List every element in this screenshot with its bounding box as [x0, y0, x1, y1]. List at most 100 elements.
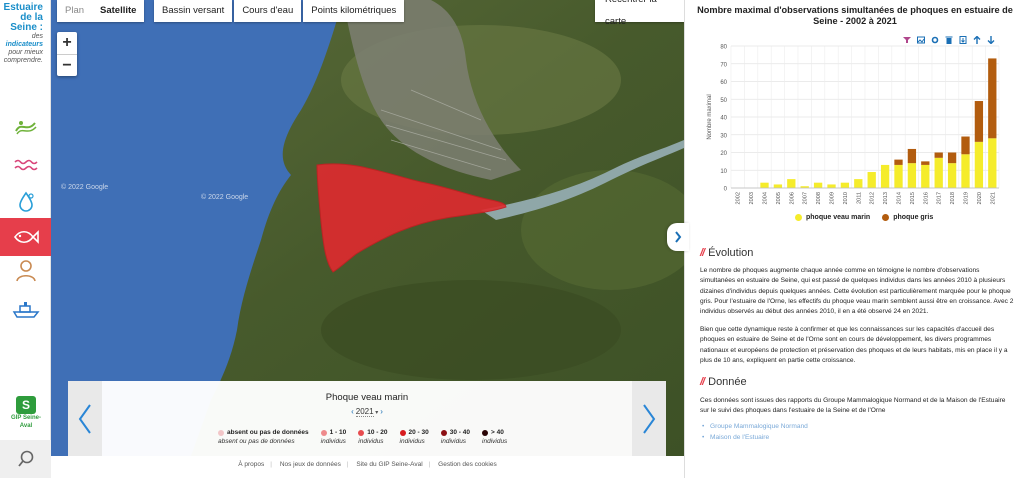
- recenter-button[interactable]: Recentrer la carte: [595, 0, 684, 27]
- gip-logo[interactable]: S GIP Seine-Aval: [6, 396, 46, 429]
- evolution-paragraph-2: Bien que cette dynamique reste à confirm…: [700, 326, 1008, 364]
- bar-phoque-veau-marin: [880, 164, 890, 188]
- chart-title: Nombre maximal d'observations simultanée…: [697, 5, 1013, 26]
- x-tick-label: 2015: [910, 192, 916, 204]
- legend-series-gris[interactable]: phoque gris: [882, 214, 933, 221]
- sidebar: Estuaire de la Seine : des indicateurs p…: [0, 0, 51, 478]
- zoom-control: + −: [57, 32, 77, 76]
- sidebar-item-humain[interactable]: [0, 252, 51, 290]
- bar-phoque-veau-marin: [787, 179, 796, 188]
- bar-phoque-veau-marin: [907, 163, 917, 188]
- y-tick-label: 30: [720, 133, 727, 139]
- brand-tag-rest: pour mieux comprendre.: [3, 49, 43, 64]
- link-groupe-mammalogique[interactable]: Groupe Mammalogique Normand: [702, 423, 808, 430]
- x-tick-label: 2016: [923, 192, 929, 204]
- legend-label: 30 - 40: [449, 429, 471, 436]
- legend-dot: [399, 429, 406, 436]
- zoom-out-button[interactable]: −: [57, 54, 77, 76]
- overlay-points-km[interactable]: Points kilométriques: [303, 0, 405, 22]
- evolution-paragraph-1: Le nombre de phoques augmente chaque ann…: [700, 267, 1014, 316]
- x-tick-label: 2006: [789, 192, 795, 204]
- map-view[interactable]: © 2022 Google © 2022 Google Plan Satelli…: [51, 0, 684, 456]
- bar-phoque-gris: [947, 152, 957, 164]
- sidebar-item-vagues[interactable]: [0, 146, 51, 184]
- legend-label: 20 - 30: [408, 429, 429, 436]
- donnee-paragraph: Ces données sont issues des rapports du …: [700, 397, 1006, 415]
- bar-phoque-veau-marin: [988, 138, 997, 188]
- overlay-bassin-versant[interactable]: Bassin versant: [154, 0, 233, 22]
- year-selector[interactable]: ‹ 2021 ▾ ›: [68, 407, 666, 417]
- footer-link-site-gip[interactable]: Site du GIP Seine-Aval: [353, 461, 425, 468]
- base-layer-switch: Plan Satellite: [57, 0, 145, 22]
- overlay-cours-eau[interactable]: Cours d'eau: [234, 0, 302, 22]
- legend-item-30-40: 30 - 40 individus: [440, 428, 471, 446]
- legend-sub: absent ou pas de données: [218, 438, 295, 445]
- bar-phoque-veau-marin: [813, 182, 823, 188]
- section-title: Donnée: [708, 376, 747, 388]
- section-marker: //: [700, 376, 705, 388]
- chevron-right-icon: [675, 231, 682, 243]
- watermark-2: © 2022 Google: [201, 193, 248, 201]
- brand-logo[interactable]: Estuaire de la Seine : des indicateurs p…: [0, 3, 51, 65]
- bar-phoque-veau-marin: [974, 141, 984, 188]
- x-tick-label: 2003: [749, 192, 755, 204]
- footer-link-apropos[interactable]: À propos: [235, 461, 267, 468]
- x-tick-label: 2009: [830, 192, 836, 204]
- overlay-toggles: Bassin versant Cours d'eau Points kilomé…: [154, 0, 406, 22]
- legend-swatch: [882, 214, 890, 221]
- bar-phoque-gris: [934, 152, 943, 158]
- legend-label: 1 - 10: [329, 429, 347, 436]
- footer-link-cookies[interactable]: Gestion des cookies: [435, 461, 500, 468]
- chart-legend: phoque veau marin phoque gris: [795, 214, 945, 221]
- panel-collapse-button[interactable]: [667, 223, 689, 251]
- x-tick-label: 2020: [977, 192, 983, 204]
- bar-phoque-gris: [988, 58, 997, 139]
- base-layer-satellite[interactable]: Satellite: [92, 0, 145, 22]
- legend-label: 10 - 20: [367, 429, 388, 436]
- x-tick-label: 2004: [763, 192, 769, 204]
- sidebar-item-poisson[interactable]: [0, 218, 51, 256]
- legend-item-10-20: 10 - 20 individus: [358, 428, 388, 446]
- brand-line-3: Seine :: [10, 22, 43, 33]
- legend-title: Phoque veau marin: [325, 392, 409, 403]
- bar-phoque-veau-marin: [827, 184, 836, 188]
- brand-tagline: des indicateurs pour mieux comprendre.: [0, 33, 43, 65]
- year-prev-icon[interactable]: ‹: [349, 407, 356, 416]
- x-tick-label: 2005: [776, 192, 782, 204]
- y-tick-label: 60: [720, 80, 727, 86]
- y-tick-label: 80: [720, 45, 727, 51]
- sidebar-item-bateau[interactable]: [0, 290, 51, 328]
- year-next-icon[interactable]: ›: [378, 407, 385, 416]
- stream-icon: [14, 121, 37, 135]
- base-layer-plan[interactable]: Plan: [57, 0, 92, 22]
- person-icon: [15, 260, 36, 282]
- sidebar-item-goutte[interactable]: [0, 183, 51, 221]
- bar-chart[interactable]: 0 10 20 30 40 50 60 70 80 Nombre maximal 2002 2003 2…: [685, 38, 1024, 210]
- forest-south: [321, 280, 621, 380]
- bar-phoque-veau-marin: [961, 154, 970, 188]
- legend-series-veau-marin[interactable]: phoque veau marin: [795, 214, 870, 221]
- legend-swatch: [795, 214, 802, 221]
- link-maison-estuaire[interactable]: Maison de l'Estuaire: [702, 434, 769, 441]
- legend-dot: [482, 429, 489, 436]
- legend-dot: [320, 429, 327, 436]
- footer-link-jeux-donnees[interactable]: Nos jeux de données: [277, 461, 344, 468]
- footer-separator: |: [428, 461, 431, 468]
- legend-item-absent: absent ou pas de données absent ou pas d…: [218, 428, 309, 446]
- section-title: Évolution: [708, 247, 754, 259]
- search-button[interactable]: [0, 440, 51, 478]
- legend-panel: Phoque veau marin ‹ 2021 ▾ › absent ou pas…: [68, 381, 666, 456]
- legend-series-label: phoque veau marin: [806, 214, 871, 221]
- sidebar-item-eau[interactable]: [0, 108, 51, 146]
- bar-phoque-gris: [907, 148, 917, 164]
- legend-item-over-40: > 40 individus: [482, 428, 507, 446]
- footer-separator: |: [270, 461, 272, 468]
- legend-label: > 40: [491, 429, 504, 436]
- section-donnee-heading: //Donnée: [700, 376, 747, 388]
- x-tick-label: 2018: [950, 192, 956, 204]
- zoom-in-button[interactable]: +: [57, 32, 77, 54]
- x-tick-label: 2019: [964, 192, 970, 204]
- y-tick-label: 10: [720, 169, 727, 175]
- legend-sub: individus: [358, 438, 384, 445]
- y-tick-label: 50: [720, 98, 727, 104]
